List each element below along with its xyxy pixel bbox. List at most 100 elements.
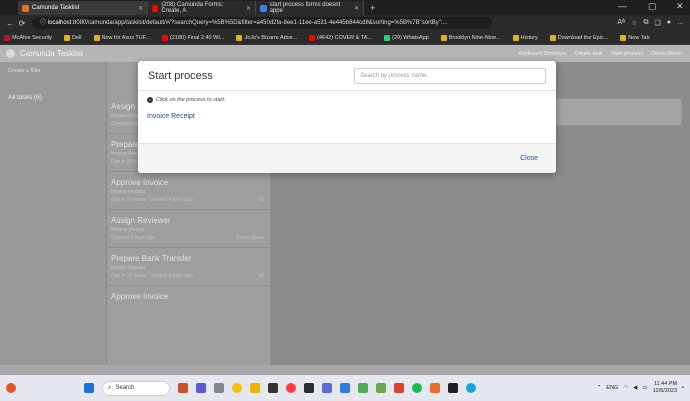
- close-icon[interactable]: ✕: [134, 5, 143, 12]
- close-window-button[interactable]: ✕: [676, 1, 684, 12]
- dialog-footer: Close: [138, 143, 556, 173]
- bookmark-item[interactable]: Dell: [60, 34, 82, 41]
- youtube-icon: [309, 34, 316, 41]
- tab-youtube[interactable]: (208) Camunda Forms: Create, A ✕: [148, 1, 256, 15]
- bookmark-item[interactable]: (2180) Final 2:40 WI...: [158, 34, 224, 41]
- chrome-icon[interactable]: [232, 383, 242, 393]
- clock[interactable]: 11:44 PM 12/5/2023: [653, 381, 677, 395]
- tab-label: Camunda Tasklist: [32, 5, 80, 11]
- bookmark-label: New for Asus TUF...: [101, 34, 151, 41]
- search-label: Search: [115, 385, 135, 391]
- bookmark-label: JoJo's Bizarre Adve...: [244, 34, 298, 41]
- list-item[interactable]: Approve Invoice Invoice Receipt Due in 2…: [107, 172, 270, 210]
- info-icon: ⓘ: [40, 20, 48, 26]
- app-icon[interactable]: [196, 383, 206, 393]
- bookmark-item[interactable]: (29) WhatsApp: [380, 34, 429, 41]
- url-field[interactable]: ⓘ localhost:8080/camunda/app/tasklist/de…: [32, 17, 492, 29]
- tab-camunda-tasklist[interactable]: Camunda Tasklist ✕: [18, 1, 148, 15]
- language-indicator[interactable]: ENG: [606, 385, 618, 391]
- dialog-body: i Click on the process to start. Invoice…: [138, 91, 556, 143]
- edge-icon[interactable]: [466, 383, 476, 393]
- bookmark-label: (29) WhatsApp: [392, 34, 429, 41]
- process-search-input[interactable]: Search by process name.: [354, 67, 546, 84]
- shield-icon: [4, 34, 10, 41]
- new-tab-button[interactable]: +: [370, 1, 375, 15]
- app-icon[interactable]: [268, 383, 278, 393]
- tab-search[interactable]: start process forms doesnt appe ✕: [256, 1, 364, 15]
- bookmark-item[interactable]: History: [509, 34, 538, 41]
- dialog-header: Start process Search by process name.: [138, 61, 556, 91]
- notifications-icon[interactable]: ▪: [682, 385, 684, 391]
- taskbar-search[interactable]: ⌕ Search: [102, 380, 170, 396]
- keyboard-shortcuts-link[interactable]: Keyboard Shortcuts: [518, 51, 566, 57]
- app-icon[interactable]: [448, 383, 458, 393]
- maximize-button[interactable]: ▢: [648, 1, 657, 12]
- create-task-link[interactable]: Create task: [575, 51, 603, 57]
- whatsapp-icon: [384, 34, 390, 41]
- app-icon[interactable]: [322, 383, 332, 393]
- search-tab-icon: [260, 4, 267, 12]
- task-priority: 50: [258, 197, 264, 203]
- bookmark-item[interactable]: Brooklyn Nine-Nine...: [437, 34, 501, 41]
- url-path: :8080/camunda/app/tasklist/default/#/?se…: [71, 20, 448, 26]
- battery-icon[interactable]: ▭: [642, 385, 647, 391]
- folder-icon: [93, 34, 100, 41]
- more-icon[interactable]: …: [677, 19, 684, 27]
- app-icon[interactable]: [376, 383, 386, 393]
- user-menu[interactable]: Demo Demo: [651, 51, 682, 57]
- task-priority: 50: [258, 273, 264, 279]
- app-icon[interactable]: [286, 383, 296, 393]
- search-icon: ⌕: [108, 384, 112, 391]
- app-icon[interactable]: [178, 383, 188, 393]
- app-footer: [0, 365, 690, 375]
- app-icon[interactable]: [394, 383, 404, 393]
- bookmark-item[interactable]: JoJo's Bizarre Adve...: [232, 34, 298, 41]
- back-icon[interactable]: ←: [4, 19, 16, 28]
- camunda-logo-icon: [6, 49, 15, 58]
- create-filter-link[interactable]: Create a filter: [0, 62, 106, 80]
- vscode-icon[interactable]: [340, 383, 350, 393]
- app-icon[interactable]: [430, 383, 440, 393]
- youtube-icon: [162, 34, 169, 41]
- collections-icon[interactable]: ❏: [654, 19, 660, 27]
- file-explorer-icon[interactable]: [250, 383, 260, 393]
- wifi-icon[interactable]: ◠: [623, 385, 628, 391]
- bookmark-item[interactable]: New for Asus TUF...: [90, 34, 151, 41]
- youtube-icon: [152, 4, 159, 12]
- close-icon[interactable]: ✕: [242, 5, 251, 12]
- favorite-icon[interactable]: ☆: [631, 19, 637, 27]
- chevron-up-icon[interactable]: ⌃: [597, 385, 602, 391]
- clock-date: 12/5/2023: [652, 388, 678, 394]
- volume-icon[interactable]: ◀: [633, 385, 637, 391]
- profile-icon[interactable]: ●: [667, 19, 671, 27]
- start-process-link[interactable]: Start process: [611, 51, 643, 57]
- filter-all-tasks[interactable]: All tasks (6): [0, 80, 106, 115]
- list-item[interactable]: Prepare Bank Transfer Invoice Receipt Du…: [107, 248, 270, 286]
- extensions-icon[interactable]: ⧉: [643, 19, 648, 27]
- process-item-invoice-receipt[interactable]: Invoice Receipt: [147, 113, 547, 120]
- reload-icon[interactable]: ⟳: [16, 19, 28, 28]
- app-icon[interactable]: [214, 383, 224, 393]
- close-icon[interactable]: ✕: [350, 5, 359, 12]
- list-item[interactable]: Approve Invoice: [107, 286, 270, 307]
- list-item[interactable]: Assign Reviewer Review Invoice Created 4…: [107, 210, 270, 248]
- bookmark-item[interactable]: New Tab: [616, 34, 650, 41]
- spotify-icon[interactable]: [412, 383, 422, 393]
- bookmark-label: Dell: [72, 34, 82, 41]
- start-process-dialog: Start process Search by process name. i …: [138, 61, 556, 173]
- folder-icon: [64, 34, 71, 41]
- weather-icon[interactable]: [6, 383, 16, 393]
- bookmark-item[interactable]: (4642) COVER & TA...: [305, 34, 372, 41]
- bookmarks-bar: McAfee Security Dell New for Asus TUF...…: [0, 31, 690, 45]
- bookmark-label: Brooklyn Nine-Nine...: [448, 34, 501, 41]
- bookmark-item[interactable]: Download the Epic...: [546, 34, 608, 41]
- tab-label: (208) Camunda Forms: Create, A: [161, 2, 224, 14]
- windows-start-icon[interactable]: [84, 383, 94, 393]
- minimize-button[interactable]: —: [618, 1, 627, 11]
- app-icon[interactable]: [358, 383, 368, 393]
- app-icon[interactable]: [304, 383, 314, 393]
- bookmark-item[interactable]: McAfee Security: [0, 34, 52, 41]
- dialog-title: Start process: [148, 69, 213, 82]
- read-aloud-icon[interactable]: Aᴬ: [617, 19, 625, 27]
- close-button[interactable]: Close: [520, 155, 538, 162]
